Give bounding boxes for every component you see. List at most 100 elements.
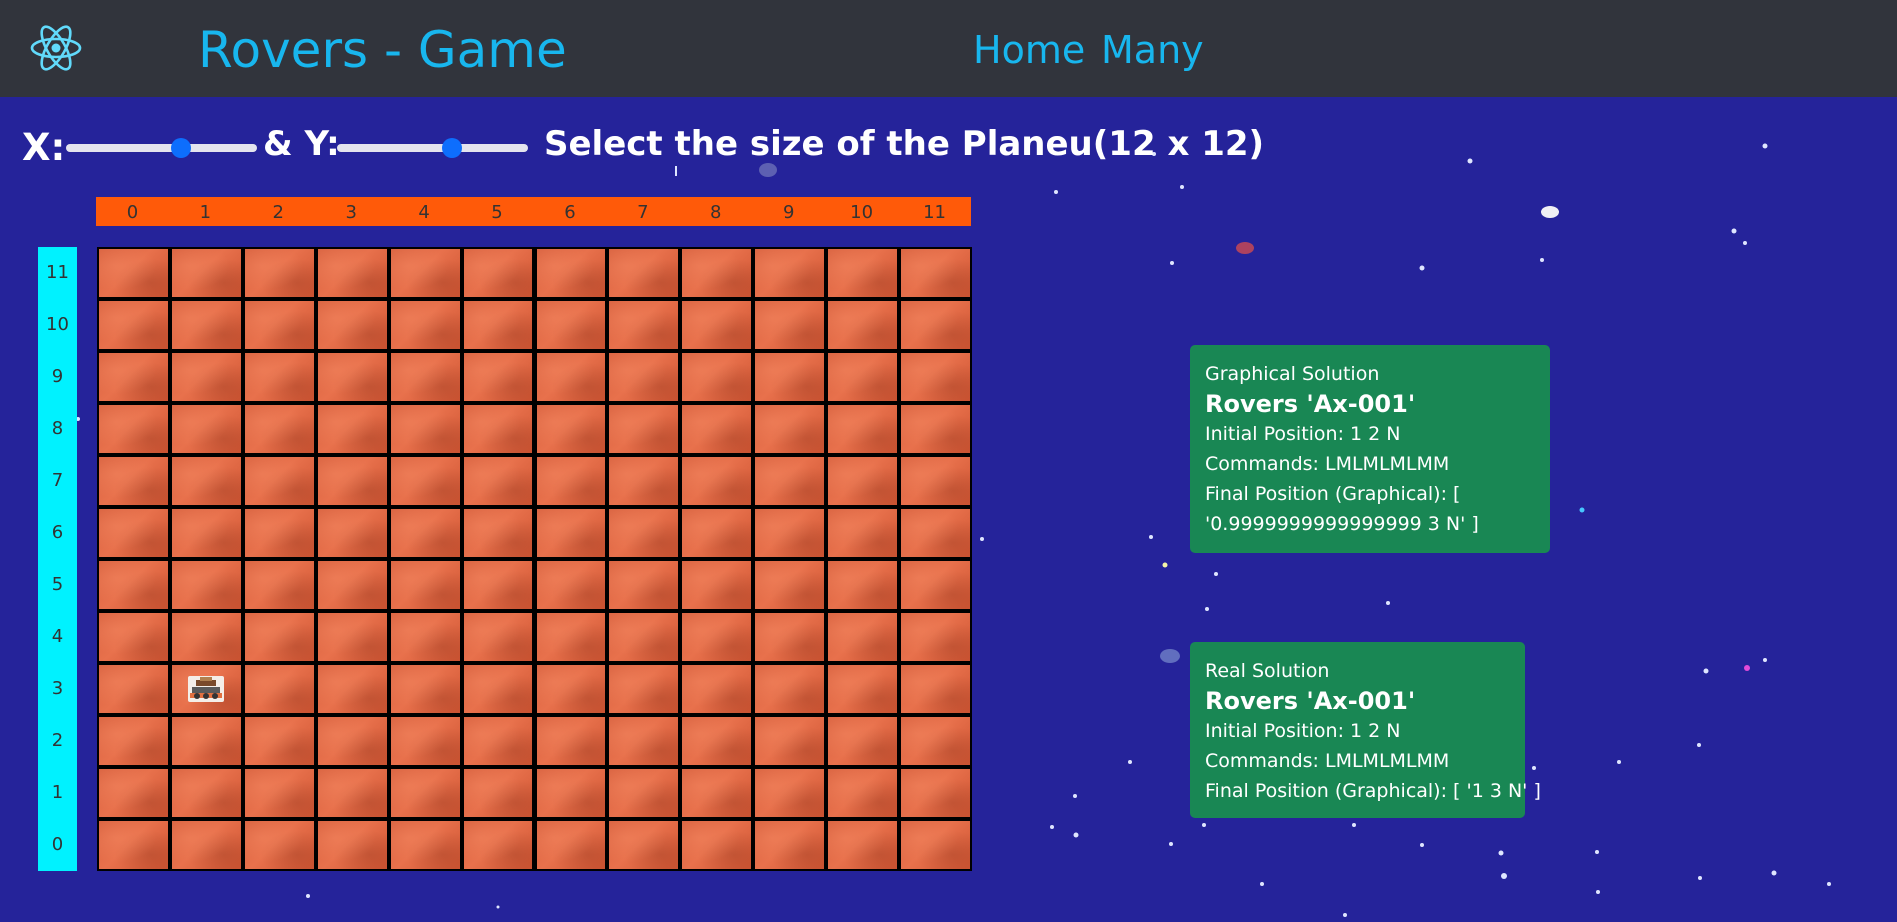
grid-cell[interactable] [171, 821, 241, 869]
grid-cell[interactable] [463, 821, 533, 869]
grid-cell[interactable] [536, 769, 606, 817]
grid-cell[interactable] [463, 717, 533, 765]
grid-cell[interactable] [536, 405, 606, 453]
grid-cell[interactable] [317, 821, 387, 869]
grid-cell[interactable] [755, 509, 825, 557]
grid-cell[interactable] [609, 769, 679, 817]
grid-cell[interactable] [171, 353, 241, 401]
grid-cell[interactable] [536, 249, 606, 297]
y-slider-thumb[interactable] [441, 138, 462, 158]
grid-cell[interactable] [99, 613, 168, 661]
grid-cell[interactable] [390, 509, 460, 557]
grid-cell[interactable] [609, 353, 679, 401]
grid-cell[interactable] [171, 405, 241, 453]
grid-cell[interactable] [463, 613, 533, 661]
grid-cell[interactable] [244, 405, 314, 453]
grid-cell[interactable] [682, 249, 752, 297]
grid-cell[interactable] [390, 561, 460, 609]
grid-cell[interactable] [901, 249, 970, 297]
rover-icon[interactable] [188, 676, 225, 702]
grid-cell[interactable] [99, 405, 168, 453]
grid-cell[interactable] [463, 249, 533, 297]
grid-cell[interactable] [99, 561, 168, 609]
grid-cell[interactable] [536, 457, 606, 505]
y-slider-track[interactable] [337, 144, 528, 152]
grid-cell[interactable] [463, 509, 533, 557]
grid-cell[interactable] [171, 509, 241, 557]
grid-cell[interactable] [901, 717, 970, 765]
x-size-slider[interactable] [66, 138, 257, 158]
grid-cell[interactable] [244, 821, 314, 869]
grid-cell[interactable] [390, 665, 460, 713]
grid-cell[interactable] [390, 613, 460, 661]
grid-cell[interactable] [390, 405, 460, 453]
grid-cell[interactable] [755, 769, 825, 817]
grid-cell[interactable] [755, 301, 825, 349]
grid-cell[interactable] [536, 613, 606, 661]
grid-cell[interactable] [99, 301, 168, 349]
grid-cell[interactable] [244, 717, 314, 765]
grid-cell[interactable] [536, 353, 606, 401]
grid-cell[interactable] [99, 665, 168, 713]
grid-cell[interactable] [901, 353, 970, 401]
grid-cell[interactable] [99, 717, 168, 765]
grid-cell[interactable] [609, 249, 679, 297]
grid-cell[interactable] [171, 769, 241, 817]
grid-cell[interactable] [901, 301, 970, 349]
grid-cell[interactable] [901, 457, 970, 505]
grid-cell[interactable] [901, 665, 970, 713]
grid-cell[interactable] [171, 457, 241, 505]
grid-cell[interactable] [99, 353, 168, 401]
grid-cell[interactable] [755, 561, 825, 609]
grid-cell[interactable] [317, 769, 387, 817]
grid-cell[interactable] [390, 249, 460, 297]
grid-cell[interactable] [755, 249, 825, 297]
grid-cell[interactable] [828, 769, 898, 817]
grid-cell[interactable] [609, 405, 679, 453]
grid-cell[interactable] [828, 457, 898, 505]
nav-link-home[interactable]: Home [973, 27, 1085, 73]
grid-cell[interactable] [901, 613, 970, 661]
grid-cell[interactable] [244, 561, 314, 609]
grid-cell[interactable] [463, 769, 533, 817]
grid-cell[interactable] [317, 353, 387, 401]
grid-cell[interactable] [682, 301, 752, 349]
grid-cell[interactable] [244, 613, 314, 661]
grid-cell[interactable] [901, 769, 970, 817]
grid-cell[interactable] [828, 561, 898, 609]
grid-cell[interactable] [244, 249, 314, 297]
grid-cell[interactable] [755, 613, 825, 661]
grid-cell[interactable] [609, 561, 679, 609]
grid-cell[interactable] [536, 717, 606, 765]
grid-cell[interactable] [390, 353, 460, 401]
grid-cell[interactable] [99, 509, 168, 557]
grid-cell[interactable] [609, 665, 679, 713]
grid-cell[interactable] [682, 821, 752, 869]
grid-cell[interactable] [317, 561, 387, 609]
grid-cell[interactable] [463, 665, 533, 713]
grid-cell[interactable] [390, 821, 460, 869]
grid-cell[interactable] [755, 665, 825, 713]
grid-cell[interactable] [171, 561, 241, 609]
grid-cell[interactable] [682, 717, 752, 765]
y-size-slider[interactable] [337, 138, 528, 158]
grid-cell[interactable] [828, 353, 898, 401]
grid-cell[interactable] [317, 665, 387, 713]
grid-cell[interactable] [828, 665, 898, 713]
grid-cell[interactable] [99, 821, 168, 869]
grid-cell[interactable] [609, 717, 679, 765]
grid-cell[interactable] [536, 821, 606, 869]
grid-cell[interactable] [317, 249, 387, 297]
grid-cell[interactable] [682, 665, 752, 713]
grid-cell[interactable] [609, 301, 679, 349]
grid-cell[interactable] [390, 301, 460, 349]
react-logo-icon[interactable] [29, 23, 83, 73]
grid-cell[interactable] [682, 457, 752, 505]
grid-cell[interactable] [244, 665, 314, 713]
grid-cell[interactable] [99, 249, 168, 297]
grid-cell[interactable] [390, 769, 460, 817]
grid-cell[interactable] [682, 613, 752, 661]
grid-cell[interactable] [901, 561, 970, 609]
nav-link-many[interactable]: Many [1101, 27, 1204, 73]
grid-cell[interactable] [682, 561, 752, 609]
